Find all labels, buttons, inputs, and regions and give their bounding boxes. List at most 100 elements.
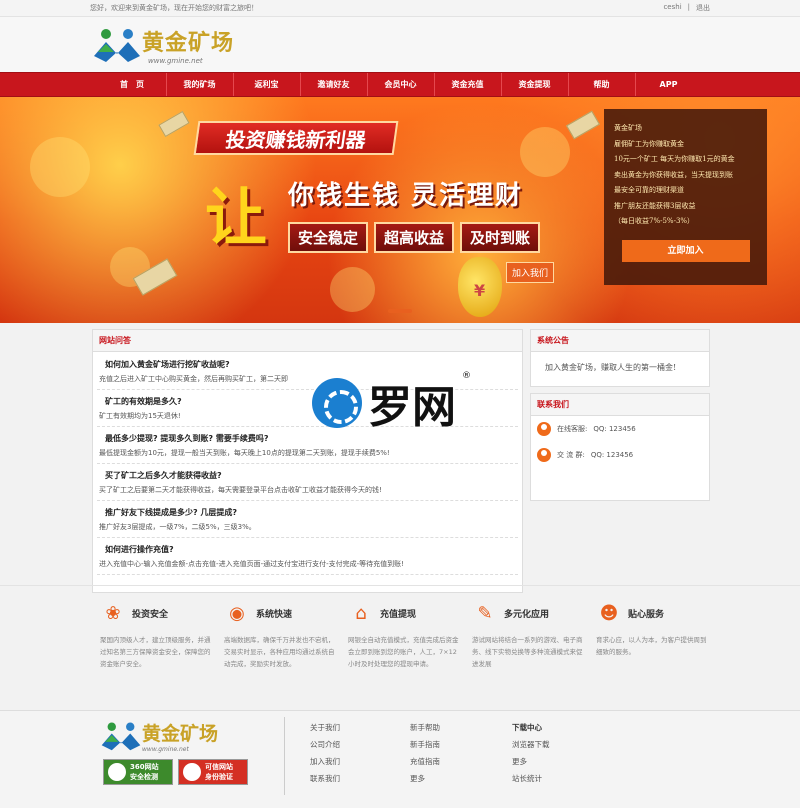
faq-question[interactable]: 推广好友下线提成是多少? 几层提成? [97,506,518,520]
faq-question[interactable]: 如何进行操作充值? [97,543,518,557]
banner-headline: 你钱生钱 灵活理财 [288,181,524,211]
feature-desc: 网银全自动充值模式，充值完成后资金会立即到账到您的账户，人工，7×12小时及时处… [348,636,459,668]
feature-card: ◉ 系统快速 高端数据库，确保千万并发也不宕机，交易实时显示，各种应用均通过系统… [224,600,348,690]
nav-member-center[interactable]: 会员中心 [366,73,434,96]
contact-label: 在线客服: [557,425,588,433]
promo-line: 10元一个矿工 每天为你赚取1元的黄金 [614,155,735,163]
feature-title: 系统快速 [256,609,293,620]
promo-panel: 黄金矿场 雇佣矿工为你赚取黄金 10元一个矿工 每天为你赚取1元的黄金 卖出黄金… [604,109,767,285]
features-strip: ❀ 投资安全 聚国内顶级人才，建立顶级服务，并通过知名第三方保障资金安全，保障您… [0,585,800,690]
trusted-site-badge[interactable]: 可信网站 身份验证 [178,759,248,785]
top-bar: 您好，欢迎来到黄金矿场，现在开始您的财富之旅吧！ ceshi | 退出 [0,0,800,17]
security-check-badge[interactable]: 360网站 安全检测 [103,759,173,785]
feature-title: 充值提现 [380,609,417,620]
feature-desc: 育求心应，以人为本，为客户提供周到细致的服务。 [596,636,707,656]
tulip-icon: ❀ [105,602,121,624]
feature-desc: 高端数据库，确保千万并发也不宕机，交易实时显示，各种应用均通过系统自动完成，奖励… [224,636,335,668]
footer-link[interactable]: 更多 [512,753,550,770]
bokeh-decoration [330,267,375,312]
join-now-button[interactable]: 立即加入 [621,239,750,262]
site-logo[interactable]: 黄金矿场 www.gmine.net [92,25,234,65]
footer-link[interactable]: 公司介绍 [310,736,340,753]
promo-line: 推广朋友还能获得3层收益 [614,201,696,210]
feature-title: 多元化应用 [504,609,550,620]
money-bag-icon: ¥ [458,257,502,317]
bokeh-decoration [520,127,570,177]
notice-text: 加入黄金矿场，赚取人生的第一桶金! [545,363,677,372]
footer-link[interactable]: 站长统计 [512,770,550,787]
main-content: 网站问答 如何加入黄金矿场进行挖矿收益呢? 充值之后进入矿工中心购买黄金，然后再… [0,323,800,593]
feature-head: ◉ 系统快速 [224,600,338,626]
contact-row[interactable]: 交 流 群: QQ: 123456 [531,442,709,468]
footer-link[interactable]: 加入我们 [310,753,340,770]
faq-answer: 进入充值中心-输入充值金额-点击充值-进入充值页面-通过支付宝进行支付-支付完成… [99,560,404,568]
feature-title: 贴心服务 [628,609,665,620]
feature-head: ✎ 多元化应用 [472,600,586,626]
qq-icon [537,448,551,462]
faq-title: 网站问答 [93,330,522,352]
nav-recharge[interactable]: 资金充值 [433,73,501,96]
nav-app[interactable]: APP [634,73,702,96]
faq-item: 买了矿工之后多久才能获得收益? 买了矿工之后要第二天才能获得收益，每天需要登录平… [97,469,518,501]
badge-text: 可信网站 身份验证 [205,762,233,782]
footer: 黄金矿场 www.gmine.net 360网站 安全检测 可信网站 身份验证 … [0,710,800,808]
nav-help[interactable]: 帮助 [567,73,635,96]
promo-line: 最安全可靠的理财渠道 [614,186,684,194]
faq-item: 推广好友下线提成是多少? 几层提成? 推广好友3层提成，一级7%，二级5%，三级… [97,506,518,538]
logout-link[interactable]: 退出 [696,3,710,13]
logo-mark-icon [92,26,142,64]
faq-item: 最低多少提现? 提现多久到账? 需要手续费吗? 最低提现金额为10元，提现一般当… [97,432,518,464]
footer-link[interactable]: 更多 [410,770,440,787]
footer-link[interactable]: 新手指南 [410,736,440,753]
faq-answer: 最低提现金额为10元，提现一般当天到账，每天晚上10点的提现第二天到账，提现手续… [99,449,390,457]
slider-indicator[interactable] [388,309,412,313]
wrench-icon: ✎ [477,602,493,624]
nav-my-mine[interactable]: 我的矿场 [165,73,233,96]
contact-label: 交 流 群: [557,451,585,459]
footer-column-download: 下载中心 浏览器下载 更多 站长统计 [512,719,550,787]
banner-tags: 安全稳定 超高收益 及时到账 [288,222,541,253]
notice-panel: 系统公告 加入黄金矿场，赚取人生的第一桶金! [530,329,710,387]
badge-line: 身份验证 [205,773,233,781]
house-icon: ⌂ [355,602,367,624]
feature-desc: 游试网站将结合一系列的游戏、电子商务、线下实物兑换等多种流通模式来促进发展 [472,636,583,668]
footer-link[interactable]: 新手帮助 [410,719,440,736]
nav-rebate[interactable]: 返利宝 [232,73,300,96]
faq-question[interactable]: 买了矿工之后多久才能获得收益? [97,469,518,483]
footer-link[interactable]: 浏览器下载 [512,736,550,753]
feature-card: ❀ 投资安全 聚国内顶级人才，建立顶级服务，并通过知名第三方保障资金安全，保障您… [100,600,224,690]
footer-logo[interactable]: 黄金矿场 www.gmine.net [100,719,218,753]
nav-withdraw[interactable]: 资金提现 [500,73,568,96]
people-icon: ☻ [599,602,619,624]
promo-line: 雇佣矿工为你赚取黄金 [614,139,684,148]
watermark-logo: 罗网 ® [312,371,471,435]
footer-column-head[interactable]: 下载中心 [512,719,550,736]
badge-text: 360网站 安全检测 [130,762,159,782]
footer-link[interactable]: 关于我们 [310,719,340,736]
banner-tag: 安全稳定 [288,222,369,253]
username-link[interactable]: ceshi [663,3,681,13]
qq-icon [537,422,551,436]
logo-text: 黄金矿场 www.gmine.net [142,25,234,65]
yen-symbol: ¥ [474,281,486,300]
hero-banner: 投资赚钱新利器 让 你钱生钱 灵活理财 安全稳定 超高收益 及时到账 ¥ 加入我… [0,97,800,323]
footer-link[interactable]: 充值指南 [410,753,440,770]
nav-home[interactable]: 首 页 [99,73,166,96]
footer-brand-url: www.gmine.net [142,746,189,753]
banner-join-tag[interactable]: 加入我们 [506,262,555,283]
faq-answer: 推广好友3层提成，一级7%，二级5%，三级3%。 [99,523,256,531]
footer-logo-text: 黄金矿场 www.gmine.net [142,719,218,753]
contact-title: 联系我们 [531,394,709,416]
bokeh-decoration [30,137,90,197]
faq-question[interactable]: 如何加入黄金矿场进行挖矿收益呢? [97,358,518,372]
contact-row[interactable]: 在线客服: QQ: 123456 [531,416,709,442]
header: 黄金矿场 www.gmine.net [0,17,800,72]
banner-big-char: 让 [205,181,268,254]
banner-tag: 超高收益 [374,222,455,253]
footer-link[interactable]: 联系我们 [310,770,340,787]
contact-value: QQ: 123456 [593,425,636,433]
nav-invite[interactable]: 邀请好友 [299,73,367,96]
contact-panel: 联系我们 在线客服: QQ: 123456 交 流 群: QQ: 123456 [530,393,710,501]
brand-url: www.gmine.net [148,57,203,65]
contact-value: QQ: 123456 [590,451,634,459]
